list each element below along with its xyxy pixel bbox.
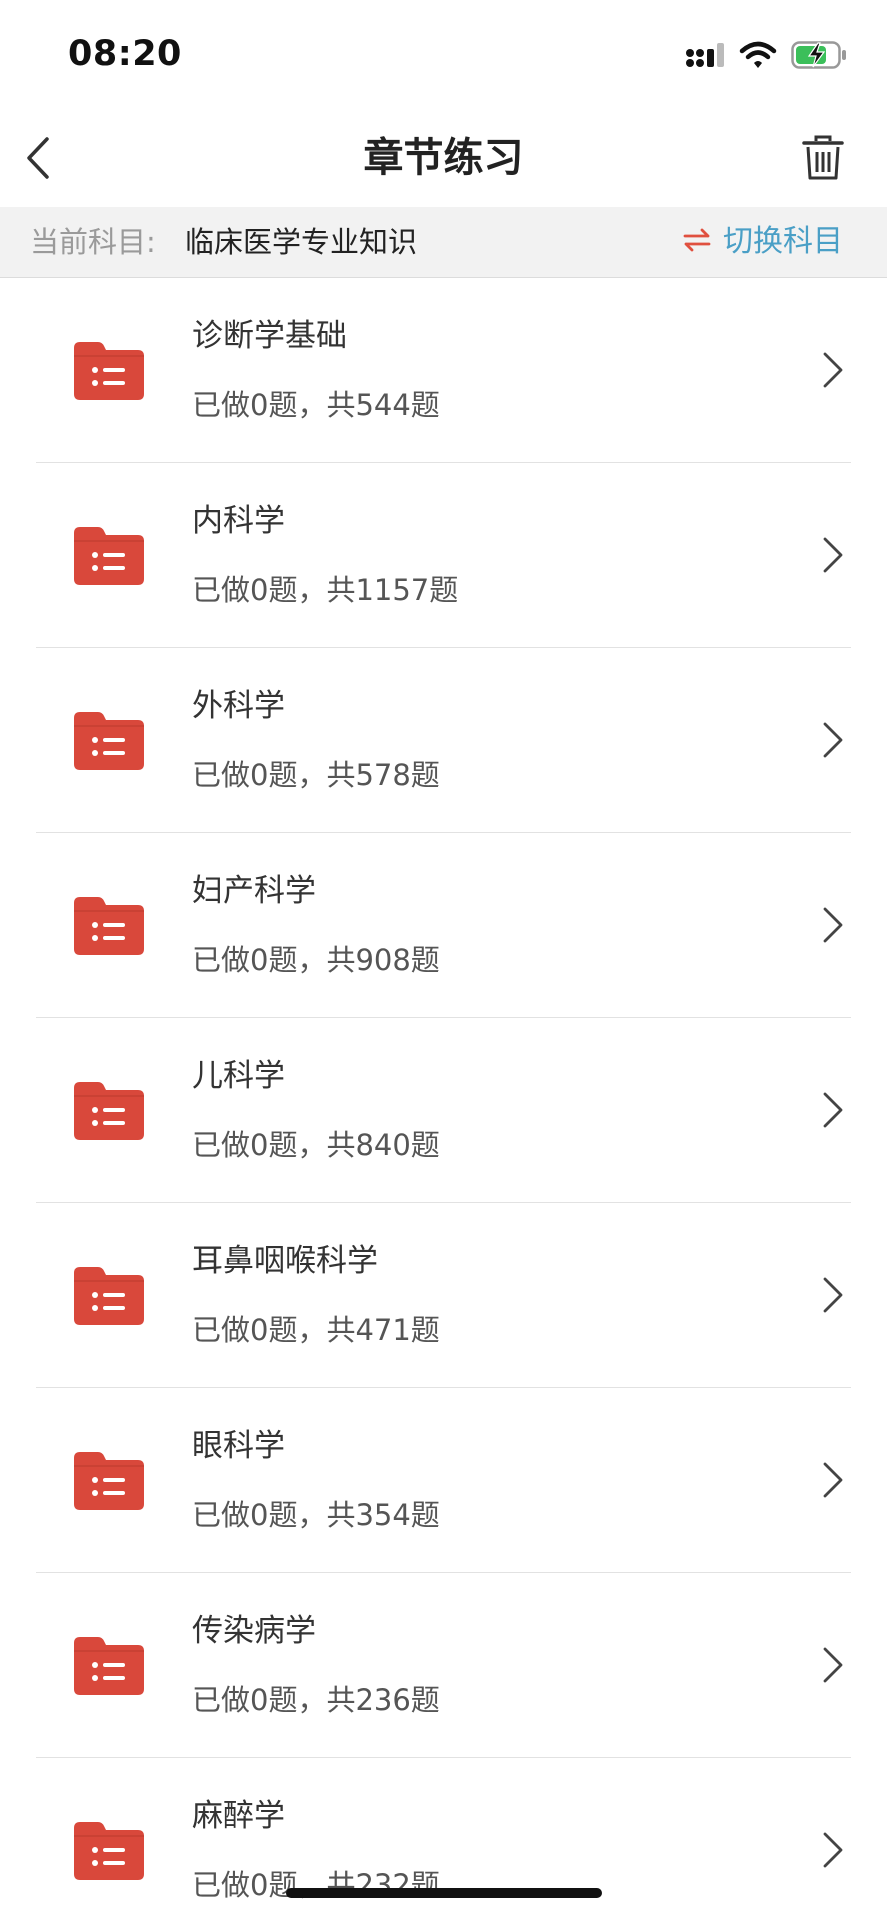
chapter-row[interactable]: 耳鼻咽喉科学 已做0题，共471题 bbox=[36, 1203, 851, 1388]
chevron-right-icon bbox=[815, 718, 851, 762]
chapter-progress: 已做0题，共236题 bbox=[192, 1683, 440, 1717]
subject-value: 临床医学专业知识 bbox=[185, 225, 418, 259]
switch-subject-label: 切换科目 bbox=[723, 224, 843, 259]
chevron-right-icon bbox=[815, 533, 851, 577]
chevron-right-icon bbox=[815, 1458, 851, 1502]
wifi-icon bbox=[739, 41, 777, 73]
chapter-row[interactable]: 内科学 已做0题，共1157题 bbox=[36, 463, 851, 648]
folder-list-icon bbox=[72, 338, 146, 402]
chapter-title: 传染病学 bbox=[192, 1613, 316, 1649]
chapter-title: 眼科学 bbox=[192, 1428, 285, 1464]
chevron-right-icon bbox=[815, 1088, 851, 1132]
chapter-row[interactable]: 传染病学 已做0题，共236题 bbox=[36, 1573, 851, 1758]
chapter-title: 诊断学基础 bbox=[192, 318, 347, 354]
chapter-row[interactable]: 诊断学基础 已做0题，共544题 bbox=[36, 278, 851, 463]
folder-list-icon bbox=[72, 1263, 146, 1327]
switch-subject-button[interactable]: 切换科目 bbox=[683, 221, 843, 263]
chapter-progress: 已做0题，共471题 bbox=[192, 1313, 440, 1347]
chapter-title: 内科学 bbox=[192, 503, 285, 539]
chapter-title: 外科学 bbox=[192, 688, 285, 724]
chapter-row[interactable]: 外科学 已做0题，共578题 bbox=[36, 648, 851, 833]
chapter-progress: 已做0题，共354题 bbox=[192, 1498, 440, 1532]
battery-charging-icon bbox=[791, 40, 847, 74]
chevron-right-icon bbox=[815, 1828, 851, 1872]
subject-label: 当前科目: bbox=[30, 225, 156, 259]
chapter-row[interactable]: 儿科学 已做0题，共840题 bbox=[36, 1018, 851, 1203]
nav-bar: 章节练习 bbox=[0, 110, 887, 206]
chapter-progress: 已做0题，共840题 bbox=[192, 1128, 440, 1162]
chevron-right-icon bbox=[815, 1273, 851, 1317]
chapter-title: 耳鼻咽喉科学 bbox=[192, 1243, 378, 1279]
chapter-title: 妇产科学 bbox=[192, 873, 316, 909]
page-title: 章节练习 bbox=[363, 135, 524, 181]
folder-list-icon bbox=[72, 1818, 146, 1882]
chapter-progress: 已做0题，共578题 bbox=[192, 758, 440, 792]
folder-list-icon bbox=[72, 708, 146, 772]
chevron-right-icon bbox=[815, 1643, 851, 1687]
chapter-title: 儿科学 bbox=[192, 1058, 285, 1094]
chapter-list: 诊断学基础 已做0题，共544题 内科学 已做0题，共1157题 外科学 已做0… bbox=[0, 278, 887, 1920]
chevron-right-icon bbox=[815, 903, 851, 947]
chapter-row[interactable]: 妇产科学 已做0题，共908题 bbox=[36, 833, 851, 1018]
trash-icon bbox=[802, 135, 844, 185]
folder-list-icon bbox=[72, 1448, 146, 1512]
swap-arrows-icon bbox=[683, 227, 711, 257]
folder-list-icon bbox=[72, 1633, 146, 1697]
screen: 08:20 章节练习 当前科目: 临床医学专业知识 切换科目 诊断学基础 已做0… bbox=[0, 0, 887, 1920]
status-time: 08:20 bbox=[68, 34, 182, 74]
folder-list-icon bbox=[72, 523, 146, 587]
status-bar: 08:20 bbox=[0, 0, 887, 110]
current-subject-bar: 当前科目: 临床医学专业知识 切换科目 bbox=[0, 207, 887, 278]
chapter-row[interactable]: 眼科学 已做0题，共354题 bbox=[36, 1388, 851, 1573]
chevron-right-icon bbox=[815, 348, 851, 392]
chapter-progress: 已做0题，共232题 bbox=[192, 1868, 440, 1902]
trash-button[interactable] bbox=[795, 130, 851, 190]
status-icons bbox=[685, 40, 847, 74]
chapter-title: 麻醉学 bbox=[192, 1798, 285, 1834]
chapter-progress: 已做0题，共908题 bbox=[192, 943, 440, 977]
home-indicator[interactable] bbox=[286, 1888, 602, 1898]
signal-icon bbox=[685, 41, 725, 73]
folder-list-icon bbox=[72, 1078, 146, 1142]
folder-list-icon bbox=[72, 893, 146, 957]
chapter-progress: 已做0题，共544题 bbox=[192, 388, 440, 422]
chapter-progress: 已做0题，共1157题 bbox=[192, 573, 459, 607]
